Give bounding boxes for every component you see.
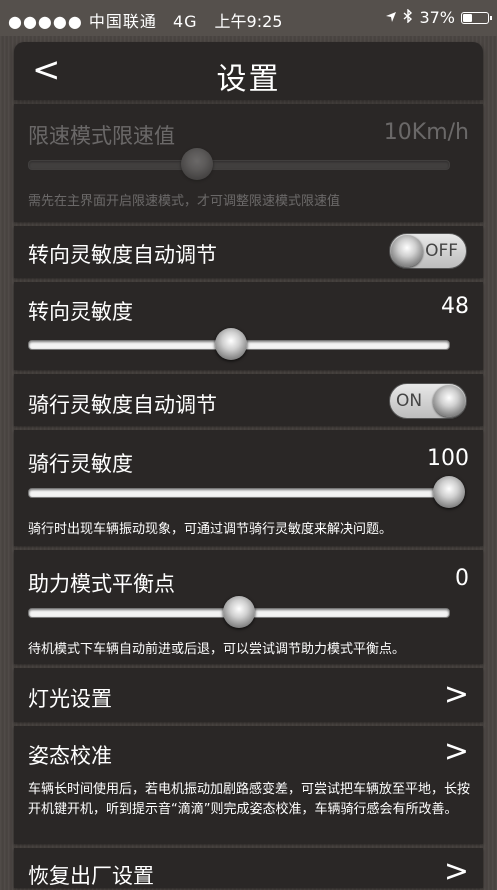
steering-sensitivity-slider-thumb[interactable] bbox=[214, 328, 247, 360]
balance-point-hint: 待机模式下车辆自动前进或后退，可以尝试调节助力模式平衡点。 bbox=[28, 642, 406, 657]
steering-sensitivity-value: 48 bbox=[441, 294, 469, 319]
factory-reset-label: 恢复出厂设置 bbox=[28, 864, 154, 888]
battery-fill bbox=[463, 13, 472, 22]
riding-auto-toggle[interactable]: ON bbox=[389, 383, 467, 419]
balance-point-value: 0 bbox=[455, 566, 469, 591]
steering-auto-row: 转向灵敏度自动调节 OFF bbox=[14, 226, 483, 278]
speed-limit-slider-track[interactable] bbox=[28, 148, 450, 180]
balance-point-panel: 助力模式平衡点 0 待机模式下车辆自动前进或后退，可以尝试调节助力模式平衡点。 bbox=[14, 550, 483, 664]
toggle-state-text: OFF bbox=[425, 241, 458, 261]
riding-sensitivity-label: 骑行灵敏度 bbox=[28, 452, 133, 476]
riding-sensitivity-value: 100 bbox=[427, 446, 469, 471]
page-title: 设置 bbox=[216, 62, 281, 97]
steering-sensitivity-slider-track[interactable] bbox=[28, 328, 450, 360]
status-bar: ●●●●● 中国联通 4G 上午9:25 37% bbox=[0, 0, 497, 36]
speed-limit-hint: 需先在主界面开启限速模式，才可调整限速模式限速值 bbox=[28, 194, 341, 209]
toggle-knob bbox=[391, 235, 423, 267]
riding-sensitivity-panel: 骑行灵敏度 100 骑行时出现车辆振动现象，可通过调节骑行灵敏度来解决问题。 bbox=[14, 430, 483, 546]
calibration-label: 姿态校准 bbox=[28, 744, 112, 768]
speed-limit-value: 10Km/h bbox=[383, 120, 469, 145]
calibration-panel[interactable]: 姿态校准 > 车辆长时间使用后，若电机振动加剧路感变差，可尝试把车辆放至平地，长… bbox=[14, 726, 483, 844]
chevron-right-icon: > bbox=[443, 677, 469, 712]
lights-row[interactable]: 灯光设置 > bbox=[14, 668, 483, 722]
factory-reset-row[interactable]: 恢复出厂设置 > bbox=[14, 848, 483, 888]
battery-percent: 37% bbox=[419, 8, 455, 27]
riding-auto-row: 骑行灵敏度自动调节 ON bbox=[14, 374, 483, 426]
battery-icon bbox=[461, 11, 492, 24]
speed-limit-label: 限速模式限速值 bbox=[28, 124, 175, 148]
balance-point-slider-track[interactable] bbox=[28, 596, 450, 628]
steering-sensitivity-label: 转向灵敏度 bbox=[28, 300, 133, 324]
riding-sensitivity-hint: 骑行时出现车辆振动现象，可通过调节骑行灵敏度来解决问题。 bbox=[28, 522, 393, 537]
toggle-state-text: ON bbox=[396, 391, 423, 411]
toggle-knob bbox=[433, 385, 465, 417]
status-icons: 37% bbox=[385, 8, 492, 27]
balance-point-label: 助力模式平衡点 bbox=[28, 572, 175, 596]
calibration-hint: 车辆长时间使用后，若电机振动加剧路感变差，可尝试把车辆放至平地，长按开机键开机，… bbox=[28, 782, 471, 817]
speed-limit-content: 限速模式限速值 10Km/h 需先在主界面开启限速模式，才可调整限速模式限速值 bbox=[14, 104, 483, 222]
speed-limit-panel: 限速模式限速值 10Km/h 需先在主界面开启限速模式，才可调整限速模式限速值 bbox=[14, 104, 483, 222]
location-arrow-icon bbox=[385, 8, 397, 27]
riding-sensitivity-slider-track[interactable] bbox=[28, 476, 465, 508]
bluetooth-icon bbox=[403, 8, 413, 27]
nav-bar: < 设置 bbox=[14, 42, 483, 100]
riding-sensitivity-slider-thumb[interactable] bbox=[433, 476, 465, 508]
steering-sensitivity-panel: 转向灵敏度 48 bbox=[14, 282, 483, 370]
lights-label: 灯光设置 bbox=[28, 687, 112, 711]
speed-limit-slider-thumb[interactable] bbox=[181, 148, 213, 180]
steering-auto-toggle[interactable]: OFF bbox=[389, 233, 467, 269]
chevron-right-icon: > bbox=[443, 734, 469, 769]
balance-point-slider-thumb[interactable] bbox=[223, 596, 255, 628]
riding-auto-label: 骑行灵敏度自动调节 bbox=[28, 393, 217, 417]
steering-auto-label: 转向灵敏度自动调节 bbox=[28, 243, 217, 267]
